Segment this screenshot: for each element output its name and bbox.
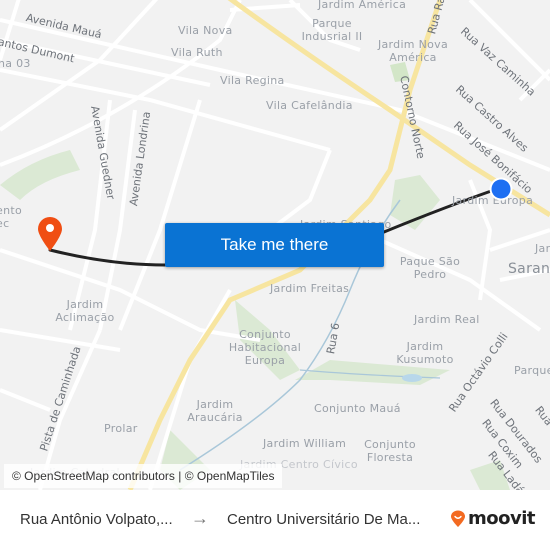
neighborhood-label: Paque São Pedro [399, 255, 461, 281]
neighborhood-label: ento ec [0, 204, 22, 230]
moovit-logo-text: moovit [468, 508, 536, 529]
neighborhood-label: Jardim Araucária [187, 398, 243, 424]
neighborhood-label: Parque Indusrial II [301, 17, 363, 43]
neighborhood-label: Jardim William [263, 437, 347, 450]
neighborhood-label: Jardim América [318, 0, 407, 11]
origin-pin-icon[interactable] [35, 216, 65, 252]
neighborhood-label: Conjunto Habitacional Europa [228, 328, 302, 367]
neighborhood-label: Vila Nova [178, 24, 233, 37]
arrow-right-icon: → [191, 508, 209, 528]
neighborhood-label: Jardim Nova América [377, 38, 449, 64]
take-me-there-button[interactable]: Take me there [165, 223, 384, 267]
footer-bar: Rua Antônio Volpato,... → Centro Univers… [0, 490, 550, 550]
neighborhood-label: Jar [535, 242, 550, 255]
neighborhood-label: Vila Ruth [171, 46, 223, 59]
destination-name: Centro Universitário De Ma... [227, 511, 421, 528]
moovit-logo[interactable]: moovit [450, 508, 536, 529]
neighborhood-label: Parque Ja [514, 364, 550, 377]
neighborhood-label: Vila Regina [220, 74, 285, 87]
pond [402, 374, 422, 382]
neighborhood-label: na 03 [0, 57, 31, 70]
destination-dot-icon[interactable] [488, 176, 514, 202]
map-view[interactable]: Jardim América Parque Indusrial II Vila … [0, 0, 550, 490]
neighborhood-label: Jardim Real [414, 313, 480, 326]
origin-name: Rua Antônio Volpato,... [20, 511, 173, 528]
neighborhood-label: Prolar [104, 422, 138, 435]
city-label: Sarandi [508, 261, 550, 277]
neighborhood-label: Conjunto Floresta [364, 438, 416, 464]
park-area [0, 150, 80, 200]
map-attribution[interactable]: © OpenStreetMap contributors | © OpenMap… [4, 464, 283, 488]
neighborhood-label: Conjunto Mauá [314, 402, 401, 415]
neighborhood-label: Jardim Freitas [270, 282, 350, 295]
neighborhood-label: Vila Cafelândia [266, 99, 353, 112]
neighborhood-label: Jardim Kusumoto [396, 340, 454, 366]
moovit-pin-icon [451, 510, 465, 527]
neighborhood-label: Jardim Aclimação [55, 298, 115, 324]
